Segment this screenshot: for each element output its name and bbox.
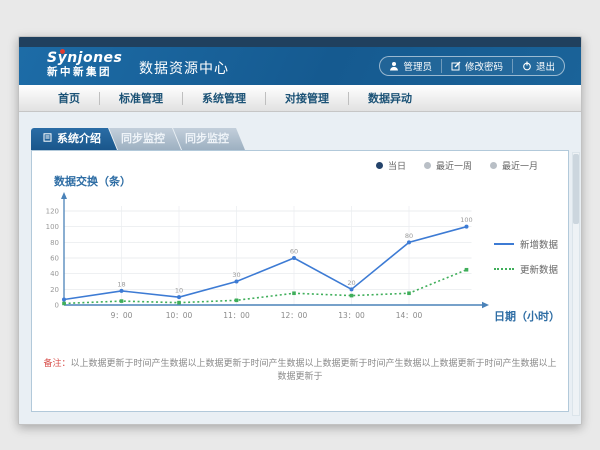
footnote-text: 以上数据更新于时间产生数据以上数据更新于时间产生数据以上数据更新于时间产生数据以… <box>71 359 557 382</box>
nav-item-system-mgmt[interactable]: 系统管理 <box>182 92 265 105</box>
svg-text:18: 18 <box>117 280 125 288</box>
logout-button[interactable]: 退出 <box>512 59 564 73</box>
radio-today[interactable]: 当日 <box>376 159 406 172</box>
legend-item-new-data[interactable]: 新增数据 <box>494 237 562 251</box>
x-axis-title: 日期（小时） <box>494 308 560 324</box>
app-header: Synjones 新中新集团 数据资源中心 管理员 修改密码 <box>19 47 581 85</box>
nav-item-interface-mgmt[interactable]: 对接管理 <box>265 92 348 105</box>
y-axis-title: 数据交换（条） <box>54 173 131 189</box>
brand-logo-dot-icon <box>60 49 65 54</box>
radio-today-dot-icon <box>376 162 383 169</box>
svg-text:14：00: 14：00 <box>396 311 423 320</box>
tab-sync-monitor-2-label: 同步监控 <box>185 128 229 150</box>
svg-text:60: 60 <box>290 248 298 256</box>
brand-logo-text: Synjones <box>47 51 122 66</box>
green-dotted-swatch-icon <box>494 268 514 270</box>
svg-text:120: 120 <box>46 208 59 216</box>
chart-legend: 新增数据 更新数据 <box>494 237 562 287</box>
brand-logo-subtext: 新中新集团 <box>47 66 122 79</box>
svg-text:11：00: 11：00 <box>223 311 250 320</box>
svg-text:40: 40 <box>50 270 59 278</box>
svg-text:20: 20 <box>50 286 59 294</box>
scrollbar-thumb[interactable] <box>573 154 579 224</box>
svg-text:80: 80 <box>50 239 59 247</box>
svg-text:100: 100 <box>460 216 472 224</box>
main-nav: 首页 标准管理 系统管理 对接管理 数据异动 <box>19 85 581 112</box>
nav-item-standard-mgmt[interactable]: 标准管理 <box>99 92 182 105</box>
app-window: Synjones 新中新集团 数据资源中心 管理员 修改密码 <box>18 36 582 425</box>
time-range-radio-group: 当日 最近一周 最近一月 <box>376 159 538 172</box>
legend-item-updated-data[interactable]: 更新数据 <box>494 262 562 276</box>
footnote-prefix: 备注： <box>43 359 70 369</box>
tab-sync-monitor-2[interactable]: 同步监控 <box>173 128 245 150</box>
svg-text:10：00: 10：00 <box>166 311 193 320</box>
window-top-strip <box>19 37 581 47</box>
user-icon <box>389 61 399 71</box>
legend-updated-data-label: 更新数据 <box>520 262 558 276</box>
admin-user-button[interactable]: 管理员 <box>380 59 441 73</box>
radio-last-week-dot-icon <box>424 162 431 169</box>
content-area: 系统介绍 同步监控 同步监控 当日 最近一周 <box>19 112 581 424</box>
scrollbar-track[interactable] <box>572 152 580 416</box>
tab-system-intro-label: 系统介绍 <box>57 128 101 150</box>
change-password-label: 修改密码 <box>465 59 503 73</box>
tab-bar: 系统介绍 同步监控 同步监控 <box>31 128 245 150</box>
svg-text:30: 30 <box>232 271 240 279</box>
admin-user-label: 管理员 <box>403 59 432 73</box>
radio-today-label: 当日 <box>388 159 406 172</box>
tab-sync-monitor-1-label: 同步监控 <box>121 128 165 150</box>
logout-label: 退出 <box>536 59 555 73</box>
legend-new-data-label: 新增数据 <box>520 237 558 251</box>
power-icon <box>522 61 532 71</box>
radio-last-month-label: 最近一月 <box>502 159 538 172</box>
document-icon <box>43 128 52 150</box>
svg-text:20: 20 <box>347 279 355 287</box>
nav-item-home[interactable]: 首页 <box>39 92 99 105</box>
svg-text:0: 0 <box>55 302 59 310</box>
svg-text:60: 60 <box>50 255 59 263</box>
svg-text:10: 10 <box>175 287 183 295</box>
brand-logo: Synjones 新中新集团 <box>47 51 122 79</box>
svg-text:13：00: 13：00 <box>338 311 365 320</box>
svg-text:9：00: 9：00 <box>111 311 133 320</box>
radio-last-week[interactable]: 最近一周 <box>424 159 472 172</box>
footnote: 备注：以上数据更新于时间产生数据以上数据更新于时间产生数据以上数据更新于时间产生… <box>42 358 558 384</box>
svg-text:100: 100 <box>46 223 59 231</box>
radio-last-month-dot-icon <box>490 162 497 169</box>
line-chart-svg: 0 20 40 60 80 100 120 9：00 10：00 11：00 12：00 13：00 1… <box>42 189 522 331</box>
nav-item-data-change[interactable]: 数据异动 <box>348 92 431 105</box>
tab-sync-monitor-1[interactable]: 同步监控 <box>109 128 181 150</box>
tab-system-intro[interactable]: 系统介绍 <box>31 128 117 150</box>
radio-last-month[interactable]: 最近一月 <box>490 159 538 172</box>
edit-icon <box>451 61 461 71</box>
svg-text:12：00: 12：00 <box>281 311 308 320</box>
blue-line-swatch-icon <box>494 243 514 245</box>
user-actions-group: 管理员 修改密码 退出 <box>379 56 565 76</box>
change-password-button[interactable]: 修改密码 <box>441 59 512 73</box>
chart-panel: 当日 最近一周 最近一月 数据交换（条） 0 20 40 60 80 100 120 9：00… <box>31 150 569 412</box>
svg-text:80: 80 <box>405 232 413 240</box>
radio-last-week-label: 最近一周 <box>436 159 472 172</box>
page-title: 数据资源中心 <box>139 58 229 78</box>
